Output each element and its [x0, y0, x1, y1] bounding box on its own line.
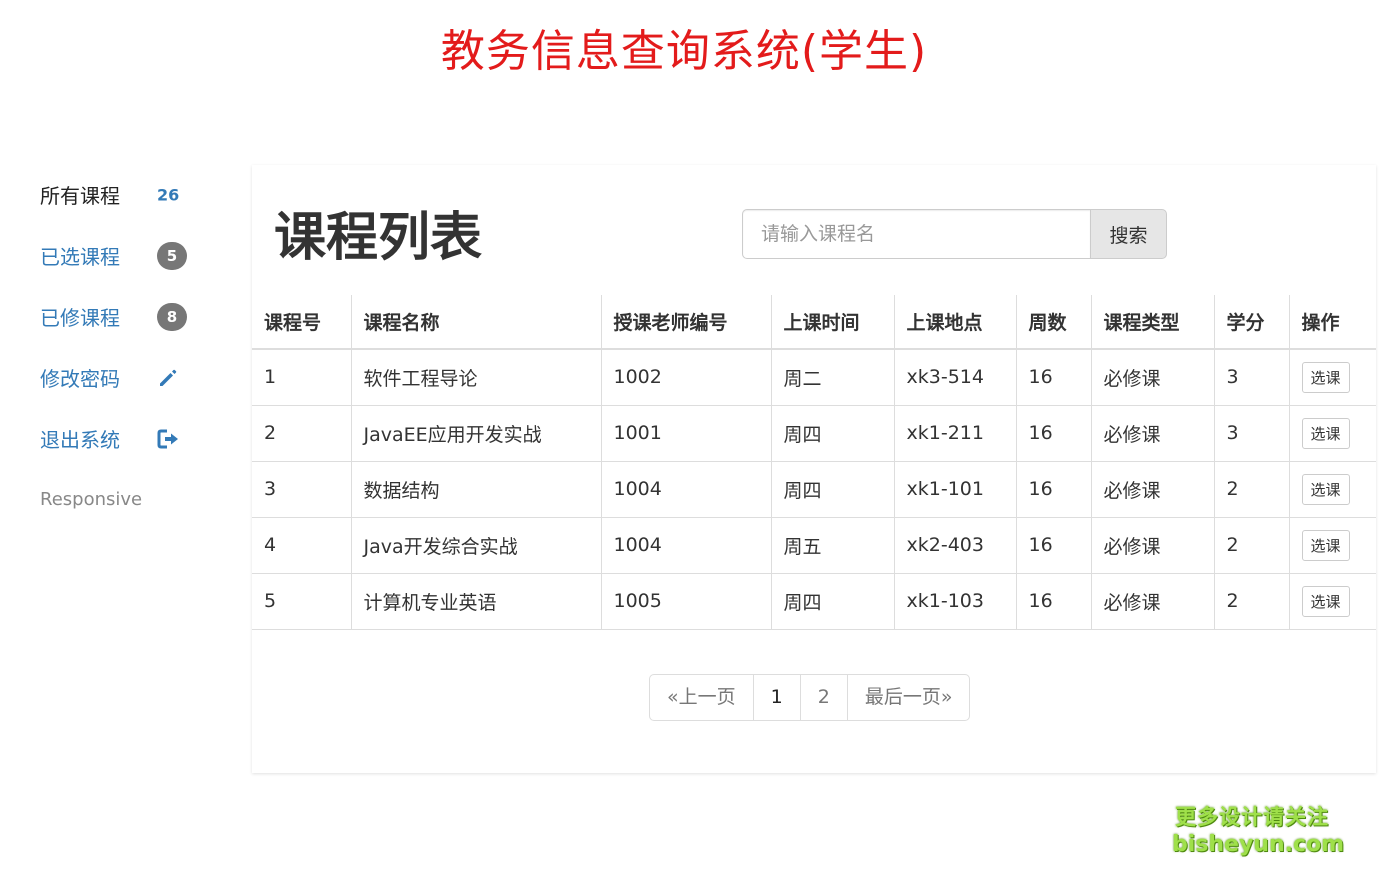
- class-time-cell: 周四: [770, 404, 894, 461]
- app-title: 教务信息查询系统(学生): [440, 26, 928, 77]
- course-panel: 课程列表 搜索 课程号 课程名称 授课老师编号 上课时间 上课地点 周数 课程类…: [252, 165, 1376, 773]
- select-course-button[interactable]: 选课: [1301, 473, 1350, 505]
- course-id-cell: 1: [252, 348, 351, 405]
- sidebar-item-change-password[interactable]: 修改密码: [40, 347, 200, 408]
- course-name-cell: 计算机专业英语: [350, 572, 601, 630]
- table-header-row: 课程号 课程名称 授课老师编号 上课时间 上课地点 周数 课程类型 学分 操作: [252, 295, 1376, 350]
- class-time-cell: 周四: [770, 572, 894, 630]
- teacher-id-cell: 1004: [600, 516, 771, 573]
- course-name-cell: Java开发综合实战: [350, 516, 601, 573]
- teacher-id-cell: 1004: [600, 460, 771, 517]
- action-cell: 选课: [1288, 460, 1376, 517]
- watermark-line-2: bisheyun.com: [1172, 832, 1345, 857]
- class-time-cell: 周四: [770, 460, 894, 517]
- class-location-cell: xk3-514: [893, 348, 1016, 405]
- sidebar-item-logout[interactable]: 退出系统: [40, 408, 200, 469]
- search-button[interactable]: 搜索: [1090, 209, 1167, 259]
- page-link-1[interactable]: 1: [752, 674, 801, 721]
- credit-cell: 2: [1213, 460, 1289, 517]
- sidebar-item-selected-courses[interactable]: 已选课程 5: [40, 225, 200, 286]
- weeks-cell: 16: [1015, 404, 1091, 461]
- sidebar-item-label: Responsive: [40, 489, 143, 510]
- select-course-button[interactable]: 选课: [1301, 529, 1350, 561]
- course-type-cell: 必修课: [1090, 404, 1214, 461]
- class-location-cell: xk1-101: [893, 460, 1016, 517]
- course-name-cell: JavaEE应用开发实战: [350, 404, 601, 461]
- page-title: 课程列表: [274, 208, 483, 268]
- column-header: 上课时间: [770, 295, 894, 350]
- sidebar-item-completed-courses[interactable]: 已修课程 8: [40, 286, 200, 347]
- select-course-button[interactable]: 选课: [1301, 585, 1350, 617]
- watermark-line-1: 更多设计请关注: [1175, 805, 1329, 829]
- column-header: 课程类型: [1090, 295, 1214, 350]
- select-course-button[interactable]: 选课: [1301, 361, 1350, 393]
- action-cell: 选课: [1288, 572, 1376, 630]
- credit-cell: 2: [1213, 572, 1289, 630]
- teacher-id-cell: 1002: [600, 348, 771, 405]
- course-id-cell: 5: [252, 572, 351, 630]
- select-course-button[interactable]: 选课: [1301, 417, 1350, 449]
- table-row: 2 JavaEE应用开发实战 1001 周四 xk1-211 16 必修课 3 …: [252, 404, 1376, 461]
- table-row: 4 Java开发综合实战 1004 周五 xk2-403 16 必修课 2 选课: [252, 516, 1376, 573]
- weeks-cell: 16: [1015, 348, 1091, 405]
- column-header: 学分: [1213, 295, 1289, 350]
- credit-cell: 3: [1213, 348, 1289, 405]
- action-cell: 选课: [1288, 516, 1376, 573]
- class-time-cell: 周五: [770, 516, 894, 573]
- column-header: 上课地点: [893, 295, 1016, 350]
- weeks-cell: 16: [1015, 460, 1091, 517]
- course-id-cell: 2: [252, 404, 351, 461]
- course-name-cell: 软件工程导论: [350, 348, 601, 405]
- credit-cell: 2: [1213, 516, 1289, 573]
- count-badge: 8: [157, 302, 187, 331]
- column-header: 授课老师编号: [600, 295, 771, 350]
- class-time-cell: 周二: [770, 348, 894, 405]
- teacher-id-cell: 1005: [600, 572, 771, 630]
- weeks-cell: 16: [1015, 516, 1091, 573]
- sidebar-item-all-courses[interactable]: 所有课程 26: [40, 164, 200, 225]
- class-location-cell: xk1-103: [893, 572, 1016, 630]
- credit-cell: 3: [1213, 404, 1289, 461]
- course-type-cell: 必修课: [1090, 348, 1214, 405]
- table-row: 5 计算机专业英语 1005 周四 xk1-103 16 必修课 2 选课: [252, 572, 1376, 630]
- watermark: 更多设计请关注 bisheyun.com: [1172, 803, 1345, 859]
- table-row: 1 软件工程导论 1002 周二 xk3-514 16 必修课 3 选课: [252, 348, 1376, 405]
- count-badge: 5: [157, 241, 187, 270]
- class-location-cell: xk2-403: [893, 516, 1016, 573]
- action-cell: 选课: [1288, 404, 1376, 461]
- logout-icon: [157, 428, 181, 450]
- pencil-icon: [157, 367, 179, 389]
- table-row: 3 数据结构 1004 周四 xk1-101 16 必修课 2 选课: [252, 460, 1376, 517]
- class-location-cell: xk1-211: [893, 404, 1016, 461]
- column-header: 课程名称: [350, 295, 601, 350]
- search-group: 搜索: [742, 209, 1167, 259]
- column-header: 课程号: [252, 295, 351, 350]
- sidebar-item-responsive: Responsive: [40, 469, 200, 530]
- column-header: 周数: [1015, 295, 1091, 350]
- search-input[interactable]: [742, 209, 1090, 259]
- course-type-cell: 必修课: [1090, 572, 1214, 630]
- sidebar-nav: 所有课程 26 已选课程 5 已修课程 8 修改密码 退出系统 Responsi…: [40, 164, 200, 530]
- course-id-cell: 3: [252, 460, 351, 517]
- prev-page-link[interactable]: «上一页: [649, 674, 754, 721]
- teacher-id-cell: 1001: [600, 404, 771, 461]
- course-type-cell: 必修课: [1090, 516, 1214, 573]
- weeks-cell: 16: [1015, 572, 1091, 630]
- page-link-2[interactable]: 2: [799, 674, 848, 721]
- course-table: 课程号 课程名称 授课老师编号 上课时间 上课地点 周数 课程类型 学分 操作 …: [252, 295, 1376, 630]
- course-count: 26: [157, 185, 180, 204]
- last-page-link[interactable]: 最后一页»: [846, 674, 971, 721]
- course-id-cell: 4: [252, 516, 351, 573]
- course-type-cell: 必修课: [1090, 460, 1214, 517]
- action-cell: 选课: [1288, 348, 1376, 405]
- pagination: «上一页 1 2 最后一页»: [649, 674, 971, 721]
- column-header: 操作: [1288, 295, 1376, 350]
- course-name-cell: 数据结构: [350, 460, 601, 517]
